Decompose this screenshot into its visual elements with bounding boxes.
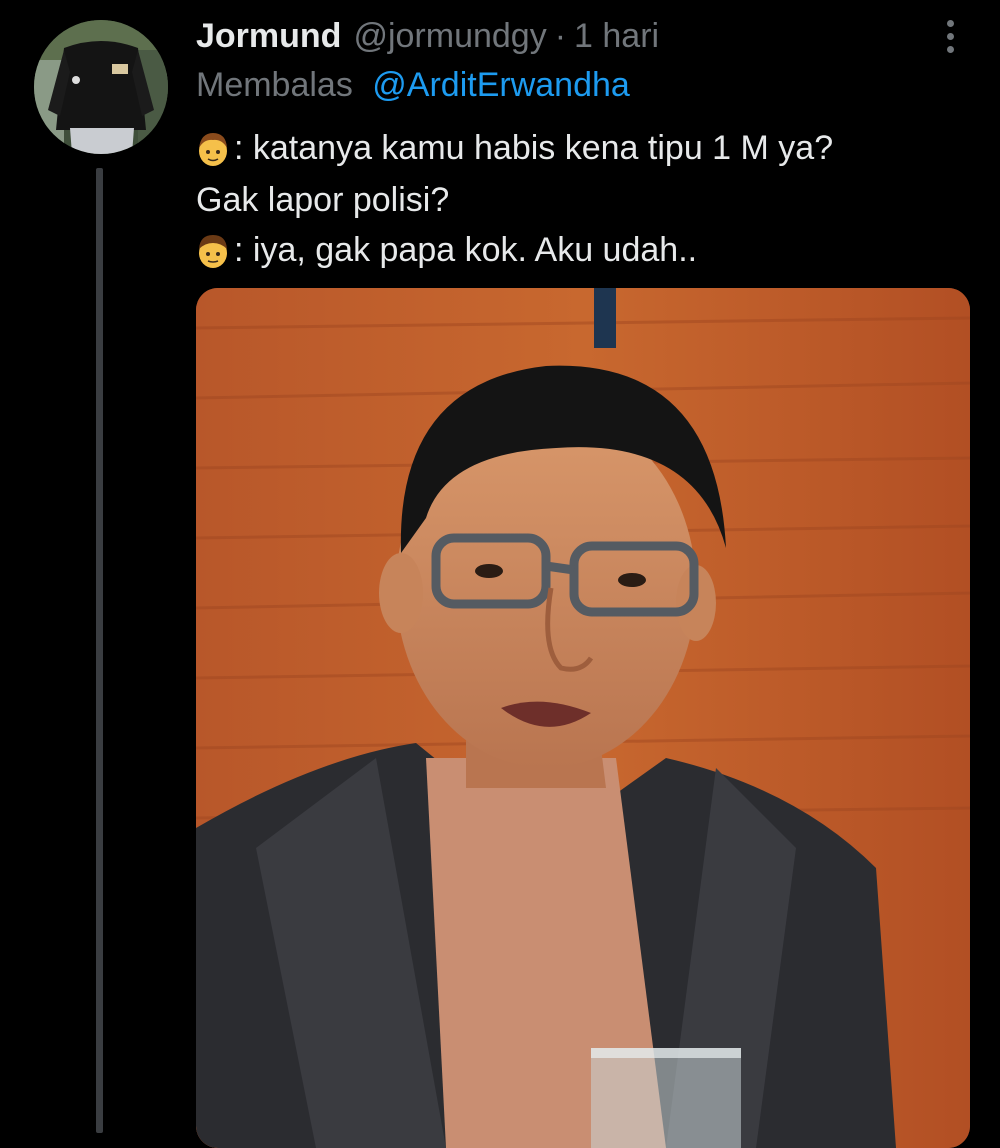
tweet-media-photo[interactable] (196, 288, 970, 1148)
boy-face-emoji (199, 133, 227, 166)
tweet-text: Gak lapor polisi? (196, 180, 450, 219)
thread-line (96, 168, 103, 1133)
timestamp[interactable]: 1 hari (574, 17, 659, 56)
tweet[interactable]: Jormund @jormundgy · 1 hari Membalas @Ar… (0, 0, 1000, 1148)
photo-man-with-glasses (196, 288, 970, 1148)
tweet-header: Jormund @jormundgy · 1 hari (196, 14, 659, 58)
tweet-text-line: : katanya kamu habis kena tipu 1 M ya? (196, 122, 833, 174)
reply-mention-link[interactable]: @ArditErwandha (372, 66, 630, 104)
reply-label: Membalas (196, 66, 353, 104)
avatar[interactable] (34, 20, 168, 154)
man-face-emoji (199, 235, 227, 268)
tweet-text-line: : iya, gak papa kok. Aku udah.. (196, 224, 697, 276)
tweet-text: : iya, gak papa kok. Aku udah.. (234, 230, 698, 269)
reply-context: Membalas @ArditErwandha (196, 66, 630, 105)
separator-dot: · (554, 16, 567, 55)
user-handle[interactable]: @jormundgy (353, 17, 546, 56)
display-name[interactable]: Jormund (196, 17, 341, 56)
tweet-text-line: Gak lapor polisi? (196, 174, 449, 226)
avatar-image (34, 20, 168, 154)
tweet-text: : katanya kamu habis kena tipu 1 M ya? (234, 128, 834, 167)
more-options-icon[interactable] (930, 14, 970, 58)
